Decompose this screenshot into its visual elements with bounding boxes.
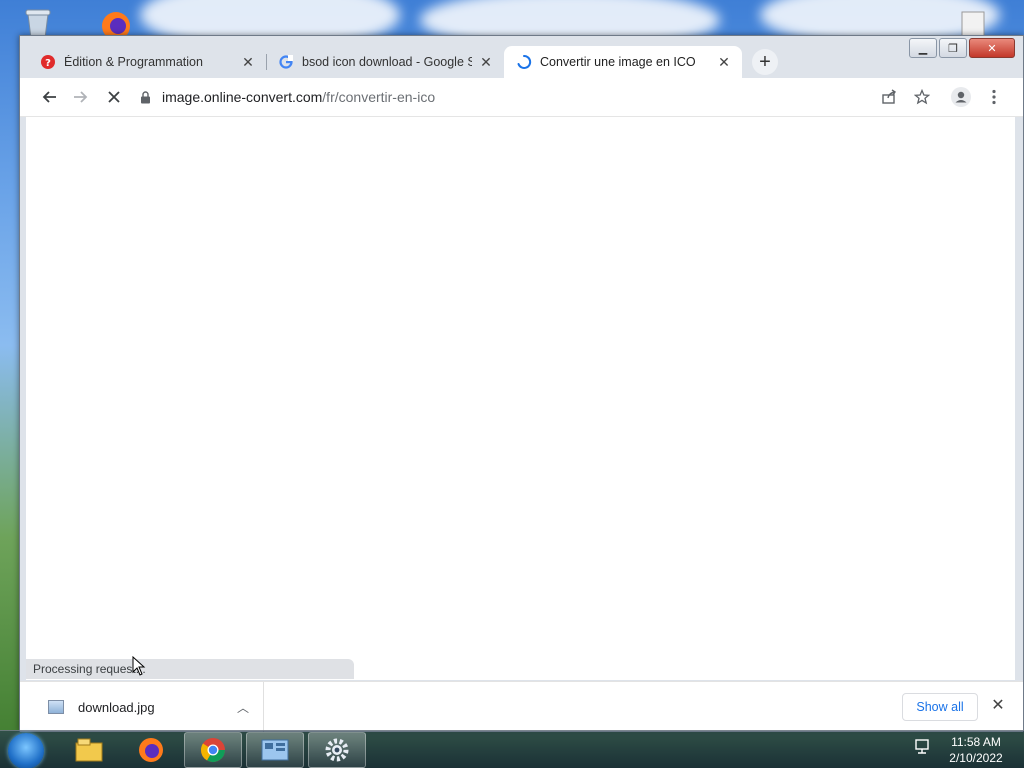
page-content — [26, 117, 1015, 680]
firefox-icon[interactable] — [122, 732, 180, 768]
system-clock[interactable]: 11:58 AM 2/10/2022 — [940, 734, 1012, 766]
tab-title: bsod icon download - Google Se — [302, 55, 472, 69]
tab-google-search[interactable]: bsod icon download - Google Se ✕ — [266, 46, 504, 78]
url-host: image.online-convert.com — [162, 89, 323, 105]
tab-title: Convertir une image en ICO — [540, 55, 696, 69]
start-button[interactable] — [8, 733, 44, 768]
control-panel-icon[interactable] — [246, 732, 304, 768]
forward-arrow-icon[interactable] — [70, 86, 92, 108]
image-file-icon — [48, 700, 64, 714]
show-all-button[interactable]: Show all — [902, 693, 978, 721]
tab-close-icon[interactable]: ✕ — [478, 54, 494, 70]
google-icon — [278, 54, 294, 70]
svg-text:?: ? — [45, 58, 51, 69]
tab-close-icon[interactable]: ✕ — [716, 54, 732, 70]
firefox-desktop-icon[interactable] — [96, 6, 136, 40]
clock-date: 2/10/2022 — [949, 751, 1003, 765]
chevron-up-icon[interactable]: ︿ — [233, 699, 253, 716]
chrome-icon[interactable] — [184, 732, 242, 768]
close-download-bar-icon[interactable]: ✕ — [988, 696, 1008, 716]
status-bubble: Processing request... — [26, 659, 354, 679]
browser-toolbar: image.online-convert.com/fr/convertir-en… — [20, 78, 1023, 117]
chrome-window: ▁ ❐ ✕ ? Édition & Programmation ✕ bsod i… — [19, 35, 1024, 732]
tab-title: Édition & Programmation — [64, 55, 203, 69]
download-filename: download.jpg — [78, 699, 155, 715]
network-icon[interactable] — [914, 735, 932, 759]
explorer-icon[interactable] — [60, 732, 118, 768]
maximize-button[interactable]: ❐ — [939, 38, 967, 58]
share-icon[interactable] — [878, 86, 900, 108]
taskbar: 11:58 AM 2/10/2022 — [0, 730, 1024, 768]
profile-avatar-icon[interactable] — [950, 86, 972, 108]
help-icon: ? — [40, 54, 56, 70]
url-path: /fr/convertir-en-ico — [322, 89, 436, 105]
back-arrow-icon[interactable] — [38, 86, 60, 108]
tab-strip: ? Édition & Programmation ✕ bsod icon do… — [28, 46, 928, 78]
download-bar: download.jpg ︿ Show all ✕ — [20, 681, 1023, 732]
tab-close-icon[interactable]: ✕ — [240, 54, 256, 70]
document-desktop-icon[interactable] — [958, 10, 988, 39]
recycle-bin-icon[interactable] — [20, 6, 56, 39]
settings-icon[interactable] — [308, 732, 366, 768]
close-window-button[interactable]: ✕ — [969, 38, 1015, 58]
address-bar[interactable]: image.online-convert.com/fr/convertir-en… — [138, 82, 878, 112]
bookmark-star-icon[interactable] — [911, 86, 933, 108]
download-item[interactable]: download.jpg ︿ — [28, 682, 264, 732]
tab-edition-programmation[interactable]: ? Édition & Programmation ✕ — [28, 46, 266, 78]
new-tab-button[interactable]: + — [752, 49, 778, 75]
stop-loading-icon[interactable] — [103, 86, 125, 108]
tab-convertir-ico[interactable]: Convertir une image en ICO ✕ — [504, 46, 742, 78]
menu-kebab-icon[interactable] — [983, 86, 1005, 108]
lock-icon[interactable] — [138, 90, 152, 104]
mouse-cursor — [132, 655, 146, 681]
clock-time: 11:58 AM — [951, 735, 1001, 749]
loading-spinner-icon — [516, 54, 532, 70]
